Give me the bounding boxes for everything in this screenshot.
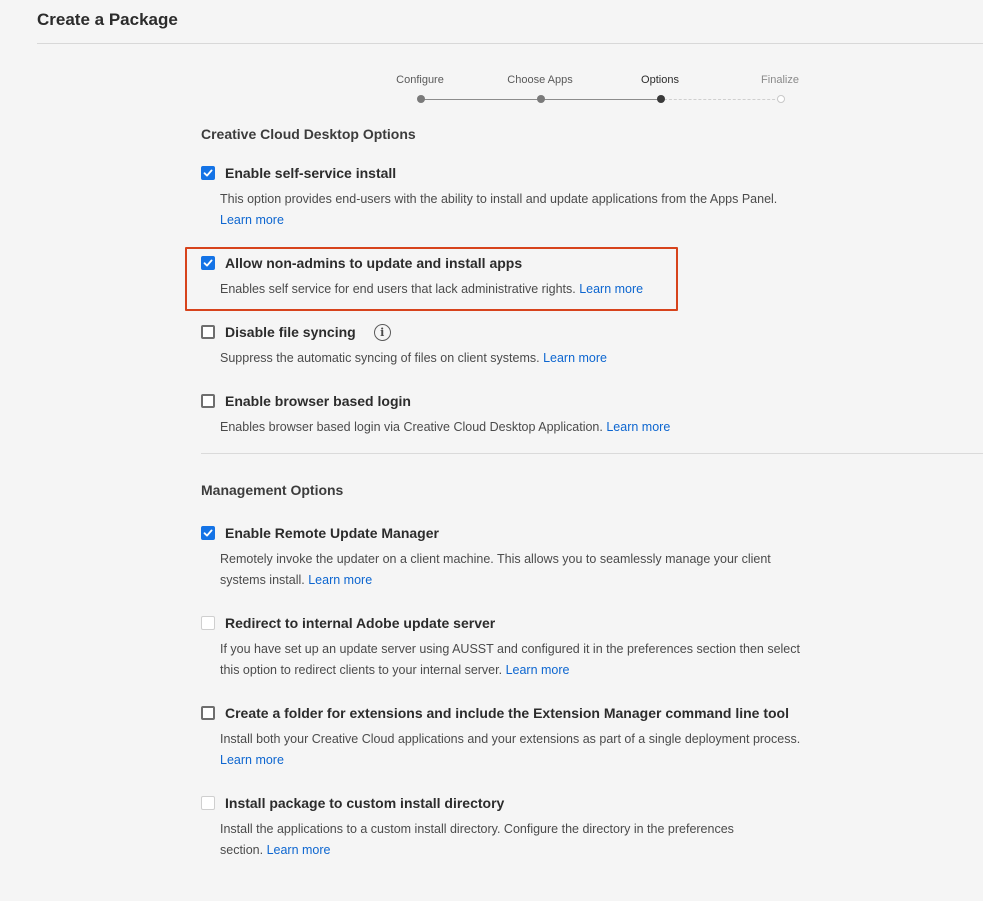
option-label: Enable Remote Update Manager xyxy=(225,525,439,541)
description-text: Suppress the automatic syncing of files … xyxy=(220,351,540,365)
learn-more-link[interactable]: Learn more xyxy=(220,213,284,227)
option-extensions-folder: Create a folder for extensions and inclu… xyxy=(201,704,821,771)
checkmark-icon xyxy=(203,529,213,537)
step-finalize-dot xyxy=(777,95,785,103)
option-browser-login: Enable browser based login Enables brows… xyxy=(201,392,821,438)
custom-install-directory-checkbox[interactable] xyxy=(201,796,215,810)
option-description: Install both your Creative Cloud applica… xyxy=(220,729,821,771)
option-redirect-update-server: Redirect to internal Adobe update server… xyxy=(201,614,821,681)
option-description: If you have set up an update server usin… xyxy=(220,639,820,681)
option-custom-install-directory: Install package to custom install direct… xyxy=(201,794,821,861)
description-text: This option provides end-users with the … xyxy=(220,192,778,206)
option-description: Enables self service for end users that … xyxy=(220,279,821,300)
checkmark-icon xyxy=(203,169,213,177)
option-label: Enable browser based login xyxy=(225,393,411,409)
option-label: Install package to custom install direct… xyxy=(225,795,505,811)
section-divider xyxy=(201,453,983,454)
step-connector xyxy=(424,98,540,100)
description-text: Remotely invoke the updater on a client … xyxy=(220,552,771,587)
browser-login-checkbox[interactable] xyxy=(201,394,215,408)
step-finalize-label: Finalize xyxy=(761,74,799,86)
option-description: Suppress the automatic syncing of files … xyxy=(220,348,821,369)
option-label: Allow non-admins to update and install a… xyxy=(225,255,523,271)
option-remote-update-manager: Enable Remote Update Manager Remotely in… xyxy=(201,524,821,591)
disable-file-syncing-checkbox[interactable] xyxy=(201,325,215,339)
learn-more-link[interactable]: Learn more xyxy=(220,753,284,767)
step-connector-pending xyxy=(664,98,780,100)
step-connector xyxy=(544,98,660,100)
info-icon[interactable]: i xyxy=(373,323,391,341)
option-label: Redirect to internal Adobe update server xyxy=(225,615,496,631)
extensions-folder-checkbox[interactable] xyxy=(201,706,215,720)
option-description: Remotely invoke the updater on a client … xyxy=(220,549,800,591)
section-title-ccd: Creative Cloud Desktop Options xyxy=(201,126,416,142)
learn-more-link[interactable]: Learn more xyxy=(579,282,643,296)
option-label: Create a folder for extensions and inclu… xyxy=(225,705,789,721)
learn-more-link[interactable]: Learn more xyxy=(308,573,372,587)
option-label: Disable file syncing xyxy=(225,324,356,340)
learn-more-link[interactable]: Learn more xyxy=(606,420,670,434)
redirect-update-server-checkbox[interactable] xyxy=(201,616,215,630)
step-choose-apps-label: Choose Apps xyxy=(507,74,573,86)
option-label: Enable self-service install xyxy=(225,165,397,181)
description-text: Enables browser based login via Creative… xyxy=(220,420,603,434)
remote-update-manager-checkbox[interactable] xyxy=(201,526,215,540)
step-configure-label: Configure xyxy=(396,74,444,86)
page-title: Create a Package xyxy=(37,10,178,29)
option-disable-file-syncing: Disable file syncing i Suppress the auto… xyxy=(201,323,821,369)
checkmark-icon xyxy=(203,259,213,267)
step-options-label: Options xyxy=(641,74,679,86)
learn-more-link[interactable]: Learn more xyxy=(506,663,570,677)
step-choose-apps-dot xyxy=(537,95,545,103)
description-text: Enables self service for end users that … xyxy=(220,282,576,296)
progress-stepper: Configure Choose Apps Options Finalize xyxy=(360,74,840,114)
option-self-service: Enable self-service install This option … xyxy=(201,164,821,231)
description-text: Install both your Creative Cloud applica… xyxy=(220,732,801,746)
learn-more-link[interactable]: Learn more xyxy=(267,843,331,857)
learn-more-link[interactable]: Learn more xyxy=(543,351,607,365)
step-options-dot xyxy=(657,95,665,103)
title-divider xyxy=(37,43,983,44)
self-service-checkbox[interactable] xyxy=(201,166,215,180)
step-configure-dot xyxy=(417,95,425,103)
section-title-management: Management Options xyxy=(201,482,344,498)
option-allow-non-admins: Allow non-admins to update and install a… xyxy=(201,254,821,300)
allow-non-admins-checkbox[interactable] xyxy=(201,256,215,270)
option-description: This option provides end-users with the … xyxy=(220,189,821,231)
option-description: Install the applications to a custom ins… xyxy=(220,819,780,861)
option-description: Enables browser based login via Creative… xyxy=(220,417,821,438)
